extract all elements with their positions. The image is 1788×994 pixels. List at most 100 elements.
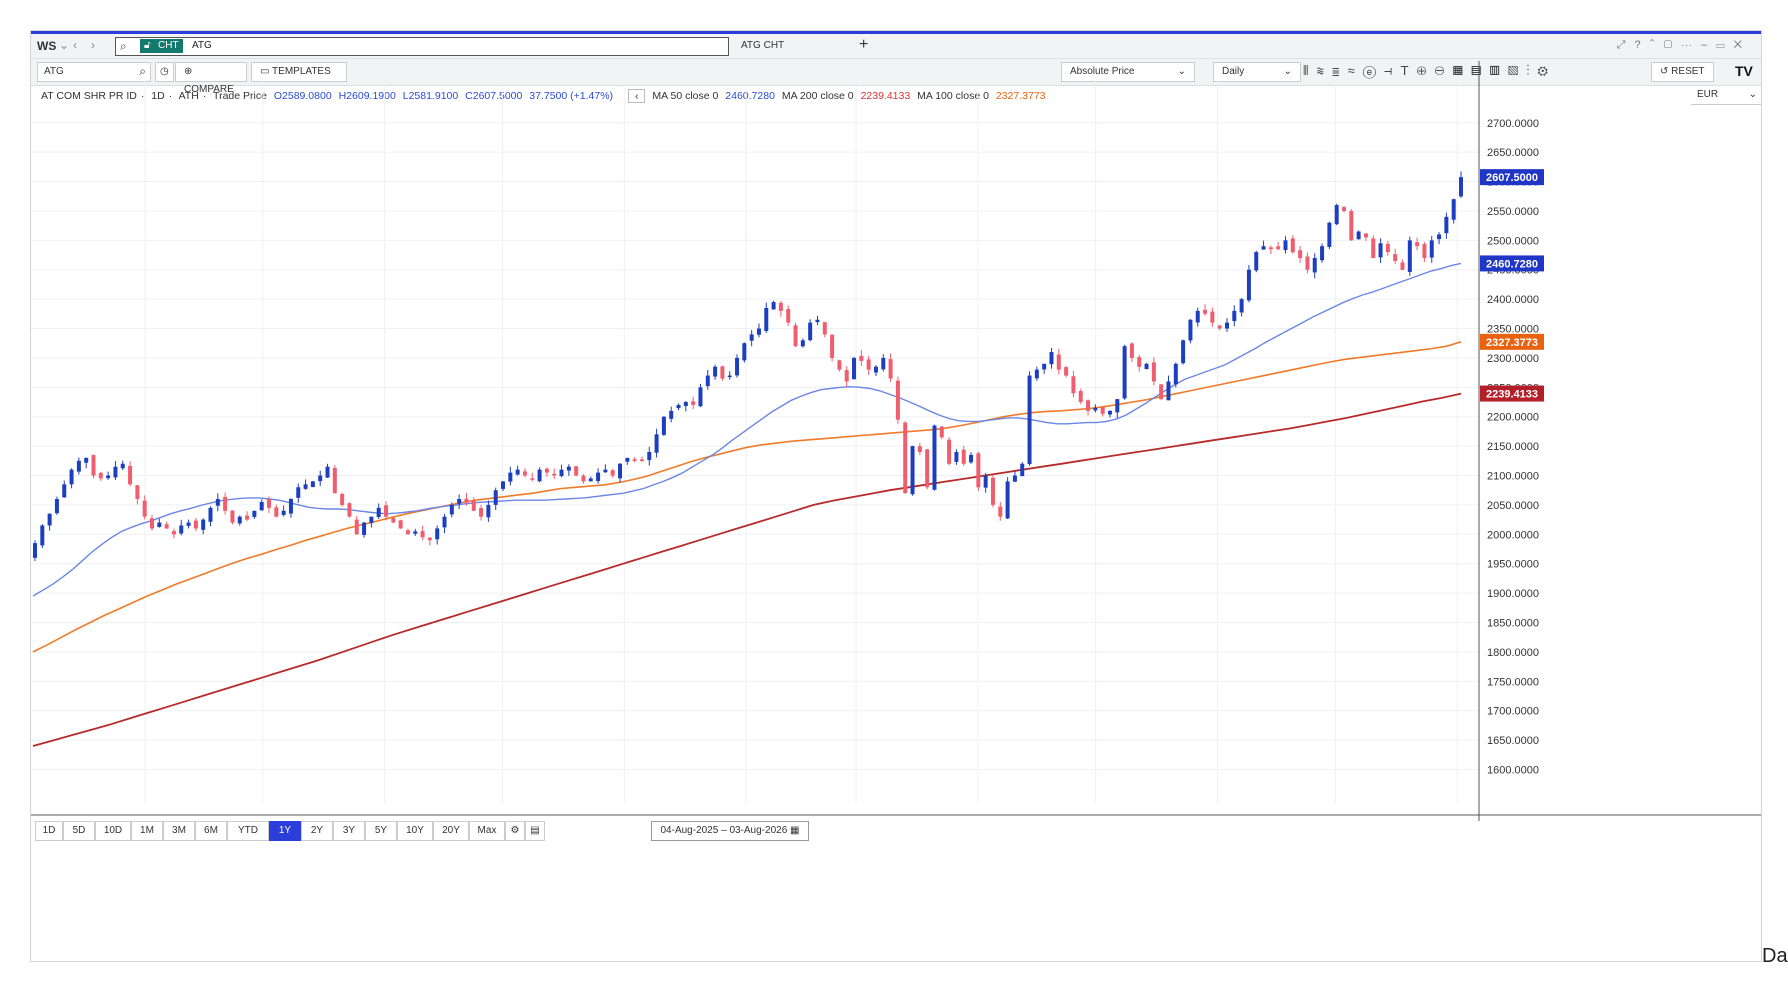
range-button-1y[interactable]: 1Y	[269, 821, 301, 841]
candle-body	[215, 499, 220, 506]
candle-body	[1027, 375, 1032, 465]
candle-body	[771, 302, 776, 310]
candle-body	[281, 510, 286, 515]
candle-body	[471, 500, 476, 511]
y-tick-label: 1700.0000	[1487, 706, 1539, 718]
y-tick-label: 2650.0000	[1487, 147, 1539, 159]
lock-icon: 🔓︎	[144, 40, 151, 51]
candle-body	[618, 463, 623, 479]
candle-body	[98, 472, 103, 479]
candle-body	[54, 499, 59, 514]
y-tick-label: 1600.0000	[1487, 764, 1539, 776]
range-button-20y[interactable]: 20Y	[433, 821, 469, 841]
range-button-10d[interactable]: 10D	[95, 821, 131, 841]
candle-body	[947, 439, 952, 464]
range-button-3m[interactable]: 3M	[163, 821, 195, 841]
y-tick-label: 2350.0000	[1487, 324, 1539, 336]
price-chart[interactable]: 1600.0000 1650.0000 1700.0000 1750.0000 1800…	[31, 61, 1761, 821]
range-button-1m[interactable]: 1M	[131, 821, 163, 841]
candle-body	[208, 507, 213, 522]
workspace-menu[interactable]: WS	[37, 39, 56, 53]
range-button-5y[interactable]: 5Y	[365, 821, 397, 841]
range-button-6m[interactable]: 6M	[195, 821, 227, 841]
chevron-down-icon[interactable]: ⌄	[59, 38, 69, 52]
candle-body	[252, 510, 257, 517]
candle-body	[405, 530, 410, 535]
candle-body	[830, 334, 835, 358]
range-button-10y[interactable]: 10Y	[397, 821, 433, 841]
candle-body	[420, 531, 425, 538]
range-button-1d[interactable]: 1D	[35, 821, 63, 841]
ma50-line	[32, 262, 1462, 597]
candle-body	[493, 490, 498, 505]
back-icon[interactable]: ‹	[73, 38, 77, 52]
candle-body	[1064, 367, 1069, 376]
candle-body	[128, 465, 133, 485]
candle-body	[274, 507, 279, 517]
candle-body	[1276, 246, 1281, 250]
candle-body	[939, 426, 944, 438]
candle-body	[1034, 369, 1039, 379]
candle-body	[442, 516, 447, 528]
candle-body	[932, 425, 937, 490]
candle-body	[559, 469, 564, 477]
candle-body	[501, 481, 506, 489]
y-tick-label: 2200.0000	[1487, 412, 1539, 424]
y-tick-label: 2100.0000	[1487, 471, 1539, 483]
window-controls[interactable]: ⤢?⌃▢⋯–▭✕	[1617, 39, 1751, 52]
candle-body	[983, 475, 988, 488]
candle-body	[486, 504, 491, 518]
candle-body	[669, 410, 674, 419]
candle-body	[837, 360, 842, 370]
candle-body	[1239, 299, 1244, 313]
range-button-3y[interactable]: 3Y	[333, 821, 365, 841]
forward-icon[interactable]: ›	[91, 38, 95, 52]
candle-body	[1268, 247, 1273, 250]
candle-body	[588, 478, 593, 482]
candle-body	[340, 494, 345, 505]
tab-bar: WS ⌄ ‹ › ⌕ 🔓︎ CHT ATG ATG CHT + ⤢?⌃▢⋯–▭✕	[31, 34, 1761, 59]
range-button-max[interactable]: Max	[469, 821, 505, 841]
candle-body	[1312, 257, 1317, 273]
candle-body	[998, 506, 1003, 517]
candle-body	[479, 508, 484, 517]
y-tick-label: 1650.0000	[1487, 735, 1539, 747]
candle-body	[888, 359, 893, 379]
candle-body	[786, 309, 791, 323]
tab-atg-cht[interactable]: ATG CHT	[741, 40, 784, 51]
candle-body	[720, 366, 725, 379]
range-button-5d[interactable]: 5D	[63, 821, 95, 841]
candle-body	[223, 496, 228, 511]
command-line[interactable]: ⌕ 🔓︎ CHT ATG	[115, 37, 729, 56]
range-table-icon[interactable]: ▤	[525, 821, 545, 841]
candle-body	[895, 380, 900, 420]
range-button-2y[interactable]: 2Y	[301, 821, 333, 841]
candle-body	[925, 449, 930, 488]
candle-body	[62, 484, 67, 498]
candle-body	[150, 518, 155, 529]
candle-body	[544, 468, 549, 473]
candle-body	[362, 522, 367, 535]
command-tag: 🔓︎ CHT	[140, 39, 183, 53]
candle-body	[1042, 363, 1047, 370]
candle-body	[1327, 222, 1332, 247]
candle-body	[76, 460, 81, 472]
candle-body	[552, 473, 557, 476]
y-tick-label: 2050.0000	[1487, 500, 1539, 512]
candle-body	[793, 325, 798, 347]
candle-body	[1129, 343, 1134, 358]
candle-body	[1246, 269, 1251, 301]
candle-body	[574, 466, 579, 476]
candle-body	[742, 343, 747, 361]
candle-body	[961, 449, 966, 464]
candle-body	[164, 524, 169, 529]
candle-body	[347, 503, 352, 517]
candle-body	[1151, 362, 1156, 382]
range-settings-icon[interactable]: ⚙	[505, 821, 525, 841]
date-range-field[interactable]: 04-Aug-2025 – 03-Aug-2026 ▦	[651, 821, 809, 841]
candle-body	[310, 481, 315, 488]
range-button-ytd[interactable]: YTD	[227, 821, 269, 841]
candle-body	[859, 355, 864, 361]
candle-body	[1159, 384, 1164, 400]
add-tab-button[interactable]: +	[859, 36, 868, 54]
